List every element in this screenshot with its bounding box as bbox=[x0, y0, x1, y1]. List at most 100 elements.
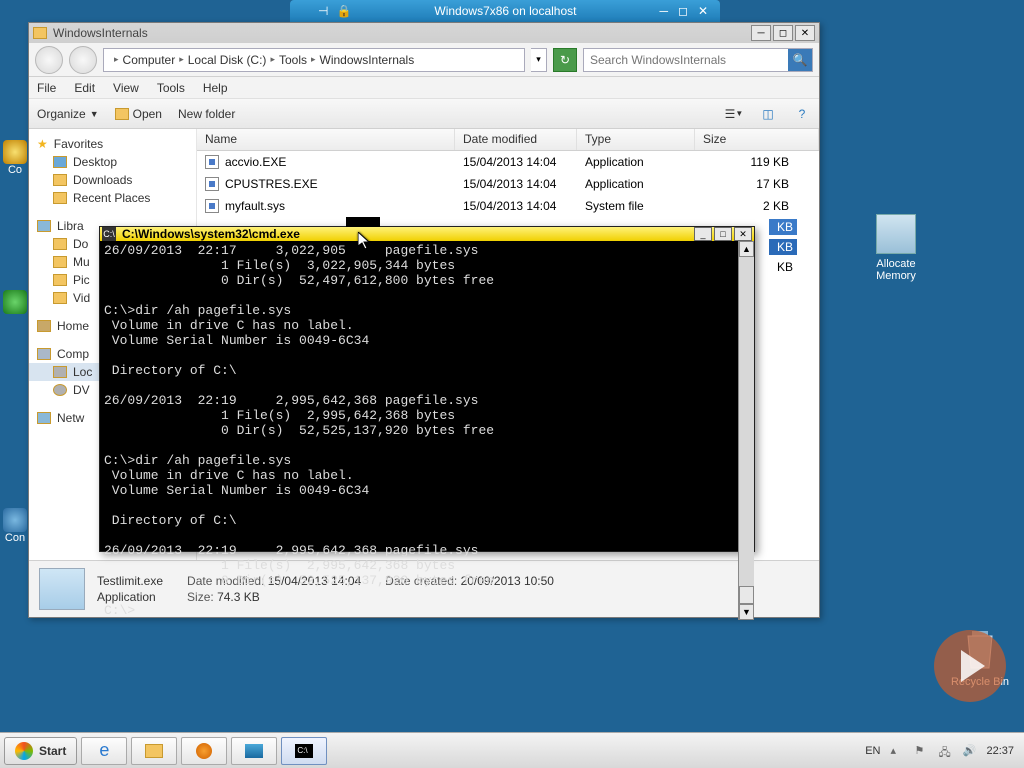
search-button[interactable]: 🔍 bbox=[788, 49, 812, 71]
cmd-maximize-button[interactable]: □ bbox=[714, 227, 732, 241]
cmd-minimize-button[interactable]: _ bbox=[694, 227, 712, 241]
cmd-titlebar[interactable]: C:\ C:\Windows\system32\cmd.exe _ □ ✕ bbox=[100, 227, 754, 241]
app-icon bbox=[876, 214, 916, 254]
menu-edit[interactable]: Edit bbox=[74, 81, 95, 95]
action-center-icon[interactable]: ⚑ bbox=[914, 744, 928, 758]
cmd-output[interactable]: 26/09/2013 22:17 3,022,905 pagefile.sys … bbox=[100, 241, 738, 620]
sidebar-item-downloads[interactable]: Downloads bbox=[29, 171, 196, 189]
col-type[interactable]: Type bbox=[577, 129, 695, 150]
scroll-up-button[interactable]: ▲ bbox=[739, 241, 754, 257]
menu-bar: File Edit View Tools Help bbox=[29, 77, 819, 99]
toolbar: Organize ▼ Open New folder ☰ ▼ ◫ ? bbox=[29, 99, 819, 129]
cmd-icon: C:\ bbox=[295, 744, 313, 758]
minimize-button[interactable]: ─ bbox=[751, 25, 771, 41]
sidebar-item-recent[interactable]: Recent Places bbox=[29, 189, 196, 207]
pin-icon[interactable]: ⊣ bbox=[318, 4, 328, 18]
volume-icon[interactable]: 🔊 bbox=[962, 744, 976, 758]
media-player-icon bbox=[196, 743, 212, 759]
view-options-button[interactable]: ☰ ▼ bbox=[725, 105, 743, 123]
computer-icon bbox=[37, 348, 51, 360]
maximize-button[interactable]: ◻ bbox=[773, 25, 793, 41]
folder-icon bbox=[33, 27, 47, 39]
nav-forward-button[interactable] bbox=[69, 46, 97, 74]
file-row[interactable]: myfault.sys 15/04/2013 14:04 System file… bbox=[197, 195, 819, 217]
homegroup-icon bbox=[37, 320, 51, 332]
cmd-icon: C:\ bbox=[102, 227, 116, 241]
exe-icon bbox=[205, 177, 219, 191]
libraries-icon bbox=[37, 220, 51, 232]
play-overlay-button[interactable] bbox=[934, 630, 1006, 702]
system-tray: EN ▴ ⚑ 🖧 🔊 22:37 bbox=[865, 744, 1020, 758]
cmd-scrollbar[interactable]: ▲ ▼ bbox=[738, 241, 754, 620]
search-box: 🔍 bbox=[583, 48, 813, 72]
taskbar-app[interactable] bbox=[231, 737, 277, 765]
vm-maximize-button[interactable]: ◻ bbox=[678, 4, 688, 18]
col-size[interactable]: Size bbox=[695, 129, 819, 150]
pictures-icon bbox=[53, 274, 67, 286]
language-indicator[interactable]: EN bbox=[865, 745, 880, 757]
desktop-icon bbox=[53, 156, 67, 168]
network-icon[interactable]: 🖧 bbox=[938, 744, 952, 758]
menu-help[interactable]: Help bbox=[203, 81, 228, 95]
cmd-title: C:\Windows\system32\cmd.exe bbox=[122, 227, 692, 241]
sidebar-item-desktop[interactable]: Desktop bbox=[29, 153, 196, 171]
documents-icon bbox=[53, 238, 67, 250]
exe-icon bbox=[205, 155, 219, 169]
star-icon: ★ bbox=[37, 137, 48, 151]
folder-icon bbox=[53, 174, 67, 186]
scroll-thumb[interactable] bbox=[739, 586, 754, 604]
cmd-tab-stub bbox=[346, 217, 380, 227]
search-input[interactable] bbox=[584, 49, 788, 71]
file-row[interactable]: accvio.EXE 15/04/2013 14:04 Application … bbox=[197, 151, 819, 173]
videos-icon bbox=[53, 292, 67, 304]
vm-minimize-button[interactable]: ─ bbox=[659, 4, 668, 18]
lock-icon[interactable]: 🔒 bbox=[336, 4, 351, 18]
vm-titlebar: ⊣ 🔒 Windows7x86 on localhost ─ ◻ ✕ bbox=[290, 0, 720, 22]
preview-pane-button[interactable]: ◫ bbox=[759, 105, 777, 123]
nav-back-button[interactable] bbox=[35, 46, 63, 74]
scroll-down-button[interactable]: ▼ bbox=[739, 604, 754, 620]
column-headers: Name Date modified Type Size bbox=[197, 129, 819, 151]
windows-orb-icon bbox=[15, 742, 33, 760]
folder-icon bbox=[145, 744, 163, 758]
vm-title: Windows7x86 on localhost bbox=[351, 4, 659, 18]
sidebar-favorites[interactable]: ★Favorites bbox=[29, 135, 196, 153]
explorer-titlebar[interactable]: WindowsInternals ─ ◻ ✕ bbox=[29, 23, 819, 43]
cmd-close-button[interactable]: ✕ bbox=[734, 227, 752, 241]
clock[interactable]: 22:37 bbox=[986, 745, 1014, 757]
taskbar-cmd[interactable]: C:\ bbox=[281, 737, 327, 765]
ie-icon: e bbox=[99, 740, 109, 761]
dvd-icon bbox=[53, 384, 67, 396]
menu-file[interactable]: File bbox=[37, 81, 56, 95]
tray-chevron-icon[interactable]: ▴ bbox=[890, 744, 904, 758]
taskbar-ie[interactable]: e bbox=[81, 737, 127, 765]
refresh-button[interactable]: ↻ bbox=[553, 48, 577, 72]
help-button[interactable]: ? bbox=[793, 105, 811, 123]
taskbar-explorer[interactable] bbox=[131, 737, 177, 765]
address-bar: ▸Computer ▸Local Disk (C:) ▸Tools ▸Windo… bbox=[29, 43, 819, 77]
menu-view[interactable]: View bbox=[113, 81, 139, 95]
breadcrumb-dropdown[interactable]: ▾ bbox=[531, 48, 547, 72]
window-title: WindowsInternals bbox=[53, 26, 749, 40]
start-button[interactable]: Start bbox=[4, 737, 77, 765]
file-row[interactable]: CPUSTRES.EXE 15/04/2013 14:04 Applicatio… bbox=[197, 173, 819, 195]
app-icon bbox=[245, 744, 263, 758]
play-icon bbox=[961, 650, 985, 682]
cmd-window: C:\ C:\Windows\system32\cmd.exe _ □ ✕ 26… bbox=[99, 226, 755, 552]
breadcrumb[interactable]: ▸Computer ▸Local Disk (C:) ▸Tools ▸Windo… bbox=[103, 48, 525, 72]
taskbar-media-player[interactable] bbox=[181, 737, 227, 765]
open-button[interactable]: Open bbox=[115, 107, 162, 121]
col-name[interactable]: Name bbox=[197, 129, 455, 150]
menu-tools[interactable]: Tools bbox=[157, 81, 185, 95]
vm-close-button[interactable]: ✕ bbox=[698, 4, 708, 18]
file-thumbnail bbox=[39, 568, 85, 610]
disk-icon bbox=[53, 366, 67, 378]
close-button[interactable]: ✕ bbox=[795, 25, 815, 41]
col-date[interactable]: Date modified bbox=[455, 129, 577, 150]
network-icon bbox=[37, 412, 51, 424]
taskbar: Start e C:\ EN ▴ ⚑ 🖧 🔊 22:37 bbox=[0, 732, 1024, 768]
organize-button[interactable]: Organize ▼ bbox=[37, 107, 99, 121]
desktop-icon-allocate-memory[interactable]: Allocate Memory bbox=[860, 214, 932, 282]
sys-icon bbox=[205, 199, 219, 213]
new-folder-button[interactable]: New folder bbox=[178, 107, 235, 121]
